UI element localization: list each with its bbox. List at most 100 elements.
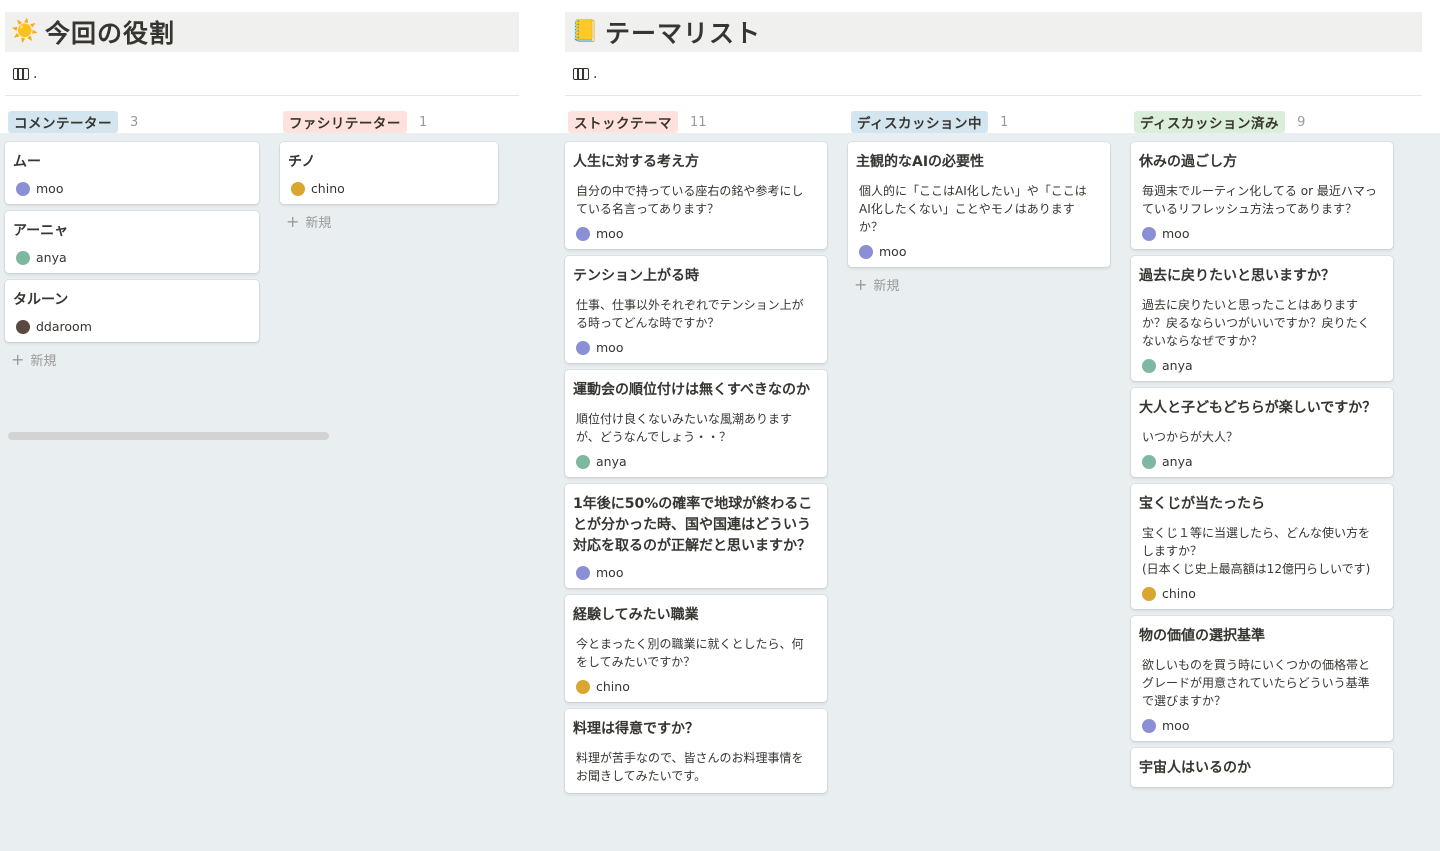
column-count: 3 bbox=[130, 114, 139, 130]
roles-columns: コメンテーター 3 ムー moo アーニャ anya タルーン ddaroom + 新規 ファシリテ… bbox=[5, 111, 519, 369]
board-card[interactable]: 主観的なAIの必要性 個人的に「ここはAI化したい」や「ここは AI化したくない」… bbox=[848, 142, 1110, 267]
moo-avatar-icon bbox=[576, 565, 590, 580]
card-title: 休みの過ごし方 bbox=[1139, 154, 1237, 170]
card-person[interactable]: moo bbox=[1139, 226, 1385, 241]
theme-view-label[interactable]: . bbox=[593, 66, 597, 82]
card-person[interactable]: moo bbox=[1139, 718, 1385, 733]
new-card-label: 新規 bbox=[305, 216, 332, 231]
board-card[interactable]: チノ chino bbox=[279, 142, 498, 204]
board-column: コメンテーター 3 ムー moo アーニャ anya タルーン ddaroom + 新規 bbox=[5, 111, 259, 369]
person-name: moo bbox=[596, 340, 624, 355]
column-count: 11 bbox=[690, 114, 707, 130]
theme-view-bar: . bbox=[565, 52, 1422, 96]
board-view-icon[interactable] bbox=[13, 67, 29, 80]
column-tag[interactable]: ストックテーマ bbox=[568, 111, 678, 133]
card-person[interactable]: moo bbox=[573, 565, 819, 580]
board-card[interactable]: 大人と子どもどちらが楽しいですか？ いつからが大人？ anya bbox=[1131, 388, 1393, 477]
card-person[interactable]: anya bbox=[1139, 358, 1385, 373]
board-column: ディスカッション中 1 主観的なAIの必要性 個人的に「ここはAI化したい」や「ここは… bbox=[848, 111, 1110, 800]
board-card[interactable]: 料理は得意ですか？ 料理が苦手なので、皆さんのお料理事情を お聞きしてみたいです。 bbox=[565, 709, 827, 793]
card-title: 物の価値の選択基準 bbox=[1139, 628, 1265, 644]
column-tag[interactable]: ディスカッション済み bbox=[1134, 111, 1286, 133]
column-tag[interactable]: ファシリテーター bbox=[282, 111, 407, 133]
card-title: テンション上がる時 bbox=[573, 268, 699, 284]
notebook-icon: 📒 bbox=[571, 19, 599, 44]
roles-view-label[interactable]: . bbox=[33, 66, 37, 82]
moo-avatar-icon bbox=[576, 340, 590, 355]
card-title: 宝くじが当たったら bbox=[1139, 496, 1265, 512]
plus-icon: + bbox=[11, 349, 25, 369]
board-card[interactable]: 宝くじが当たったら 宝くじ１等に当選したら、どんな使い方を しますか？ (日本くじ… bbox=[1131, 484, 1393, 609]
board-card[interactable]: 1年後に50%の確率で地球が終わるこ とが分かった時、国や国連はどういう 対応を… bbox=[565, 484, 827, 588]
card-person[interactable]: moo bbox=[856, 244, 1102, 259]
column-tag[interactable]: ディスカッション中 bbox=[851, 111, 989, 133]
card-title: アーニャ bbox=[13, 223, 69, 239]
moo-avatar-icon bbox=[16, 181, 30, 196]
person-name: moo bbox=[596, 226, 624, 241]
theme-board-header: 📒 テーマリスト bbox=[565, 12, 1422, 52]
anya-avatar-icon bbox=[576, 454, 590, 469]
card-person[interactable]: chino bbox=[1139, 586, 1385, 601]
column-count: 9 bbox=[1297, 114, 1306, 130]
card-description: 仕事、仕事以外それぞれでテンション上が る時ってどんな時ですか？ bbox=[576, 298, 804, 330]
board-card[interactable]: 運動会の順位付けは無くすべきなのか順位付け良くないみたいな風潮あります が、どう… bbox=[565, 370, 827, 477]
card-description: 欲しいものを買う時にいくつかの価格帯と グレードが用意されていたらどういう基準 … bbox=[1142, 658, 1371, 708]
column-tag[interactable]: コメンテーター bbox=[8, 111, 118, 133]
plus-icon: + bbox=[285, 211, 300, 231]
board-card[interactable]: 人生に対する考え方 自分の中で持っている座右の銘や参考にし ている名言ってあります… bbox=[565, 142, 827, 249]
card-title: 1年後に50%の確率で地球が終わるこ とが分かった時、国や国連はどういう 対応を… bbox=[573, 496, 813, 554]
card-person[interactable]: moo bbox=[573, 340, 819, 355]
chino-avatar-icon bbox=[1142, 586, 1156, 601]
new-card-button[interactable]: + 新規 bbox=[848, 275, 1110, 294]
card-title: 人生に対する考え方 bbox=[573, 154, 699, 170]
card-description: 毎週末でルーティン化してる or 最近ハマっ ているリフレッシュ方法ってあります… bbox=[1142, 184, 1377, 216]
board-card[interactable]: 物の価値の選択基準欲しいものを買う時にいくつかの価格帯と グレードが用意されてい… bbox=[1131, 616, 1393, 741]
new-card-button[interactable]: + 新規 bbox=[280, 212, 498, 231]
board-card[interactable]: アーニャ anya bbox=[5, 211, 259, 273]
person-name: anya bbox=[1162, 358, 1193, 373]
board-card[interactable]: 宇宙人はいるのか bbox=[1131, 748, 1393, 787]
moo-avatar-icon bbox=[576, 226, 590, 241]
roles-board: ☀️ 今回の役割 . コメンテーター 3 ムー moo アーニャ anya タルーン ddar… bbox=[5, 12, 519, 369]
card-person[interactable]: anya bbox=[13, 250, 251, 265]
board-card[interactable]: ムー moo bbox=[5, 142, 259, 204]
card-person[interactable]: anya bbox=[1139, 454, 1385, 469]
card-title: 経験してみたい職業 bbox=[573, 607, 699, 623]
horizontal-scrollbar[interactable] bbox=[8, 432, 329, 440]
column-header: ファシリテーター 1 bbox=[280, 111, 498, 133]
anya-avatar-icon bbox=[1142, 358, 1156, 373]
card-person[interactable]: moo bbox=[573, 226, 819, 241]
person-name: ddaroom bbox=[36, 319, 92, 334]
board-view-icon[interactable] bbox=[573, 67, 589, 80]
column-count: 1 bbox=[1000, 114, 1009, 130]
new-card-label: 新規 bbox=[873, 279, 900, 294]
card-person[interactable]: anya bbox=[573, 454, 819, 469]
plus-icon: + bbox=[854, 274, 868, 294]
card-title: 運動会の順位付けは無くすべきなのか bbox=[573, 382, 811, 398]
board-card[interactable]: タルーン ddaroom bbox=[5, 280, 259, 342]
person-name: chino bbox=[596, 679, 630, 694]
card-title: チノ bbox=[287, 154, 316, 170]
person-name: anya bbox=[36, 250, 67, 265]
card-person[interactable]: chino bbox=[288, 181, 490, 196]
person-name: anya bbox=[1162, 454, 1193, 469]
person-name: moo bbox=[1162, 226, 1190, 241]
person-name: moo bbox=[1162, 718, 1190, 733]
card-person[interactable]: moo bbox=[13, 181, 251, 196]
card-person[interactable]: ddaroom bbox=[13, 319, 251, 334]
card-description: 順位付け良くないみたいな風潮あります が、どうなんでしょう・・？ bbox=[576, 412, 793, 444]
board-card[interactable]: 休みの過ごし方毎週末でルーティン化してる or 最近ハマっ ているリフレッシュ方… bbox=[1131, 142, 1393, 249]
board-card[interactable]: 経験してみたい職業 今とまったく別の職業に就くとしたら、何 をしてみたいですか？ c… bbox=[565, 595, 827, 702]
board-card[interactable]: 過去に戻りたいと思いますか？ 過去に戻りたいと思ったことはあります か？戻るならい… bbox=[1131, 256, 1393, 381]
card-person[interactable]: chino bbox=[573, 679, 819, 694]
column-header: ディスカッション中 1 bbox=[848, 111, 1110, 133]
board-card[interactable]: テンション上がる時仕事、仕事以外それぞれでテンション上が る時ってどんな時ですか… bbox=[565, 256, 827, 363]
card-title: 大人と子どもどちらが楽しいですか？ bbox=[1139, 400, 1377, 416]
card-description: 個人的に「ここはAI化したい」や「ここは AI化したくない」ことやモノはあります… bbox=[859, 184, 1087, 234]
new-card-button[interactable]: + 新規 bbox=[5, 350, 259, 369]
card-description: いつからが大人？ bbox=[1142, 430, 1239, 444]
theme-board: 📒 テーマリスト . ストックテーマ 11 人生に対する考え方 自分の中で持っている座… bbox=[565, 12, 1422, 800]
person-name: moo bbox=[879, 244, 907, 259]
moo-avatar-icon bbox=[1142, 718, 1156, 733]
column-header: ディスカッション済み 9 bbox=[1131, 111, 1393, 133]
